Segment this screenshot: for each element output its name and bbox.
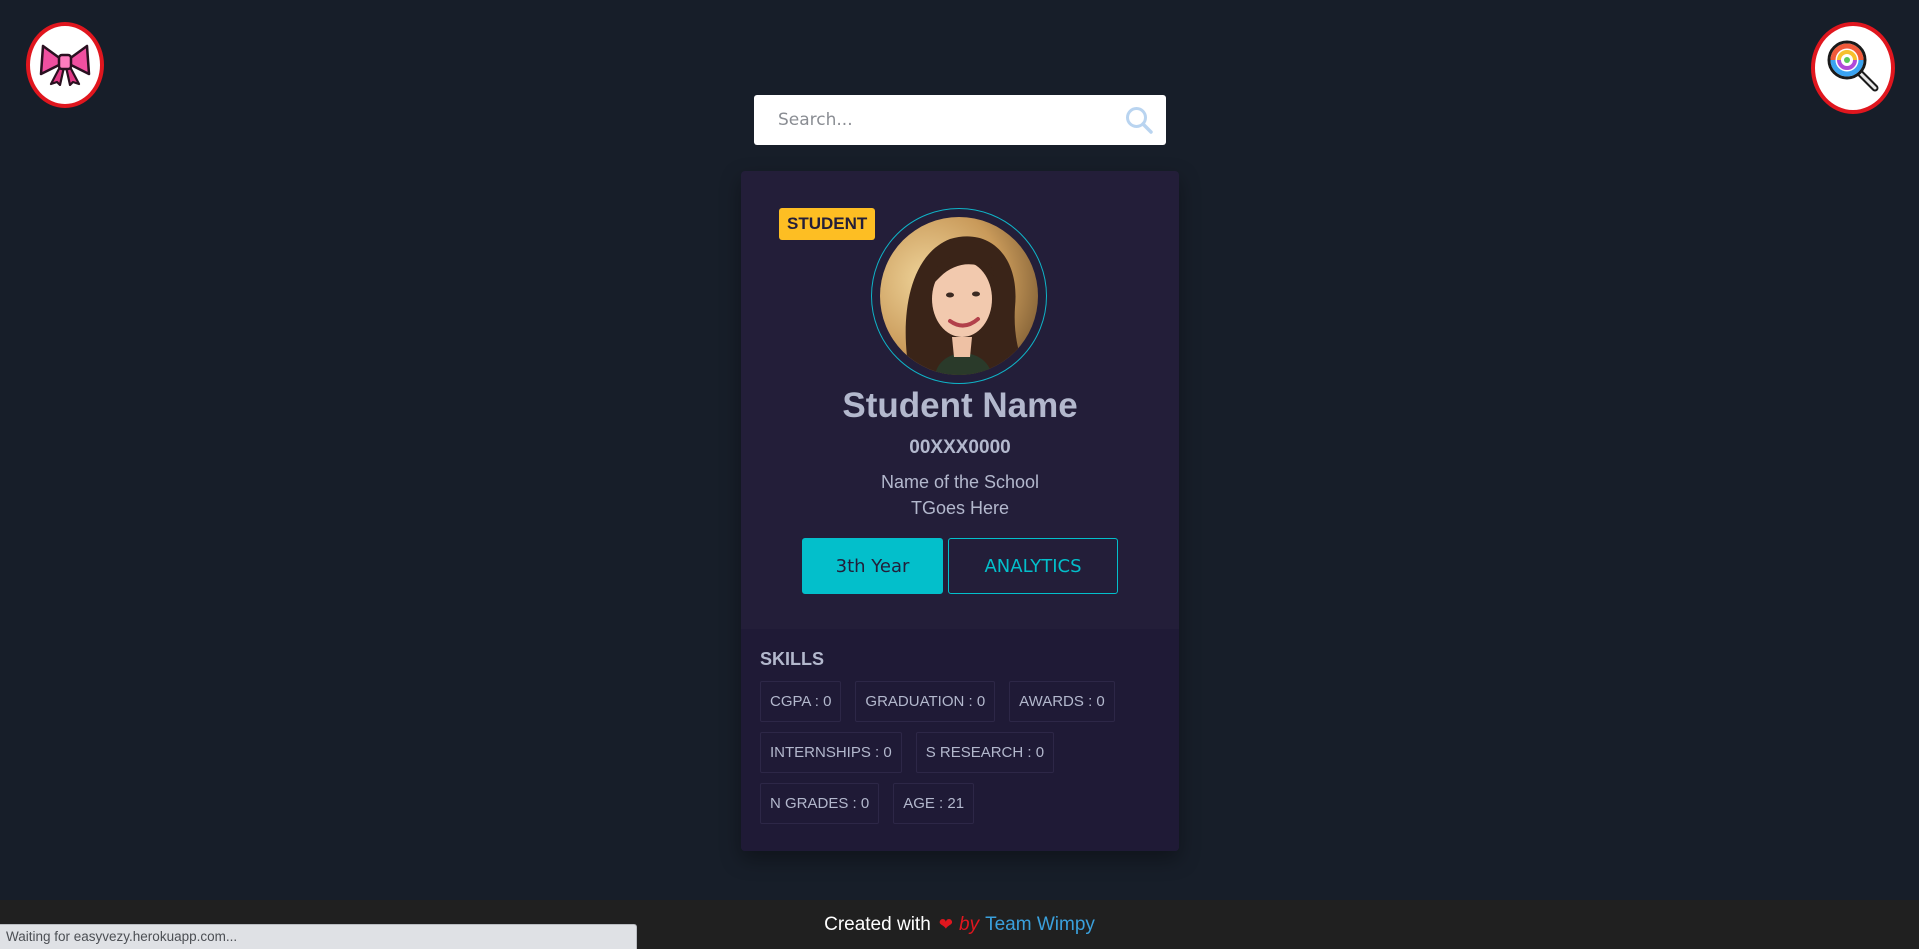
- browser-status-bar: Waiting for easyvezy.herokuapp.com...: [0, 924, 637, 949]
- search-input[interactable]: [754, 94, 1120, 146]
- ribbon-button[interactable]: [26, 22, 104, 108]
- skill-tag-awards: AWARDS : 0: [1009, 681, 1115, 722]
- skill-tag-graduation: GRADUATION : 0: [855, 681, 996, 722]
- footer-created-text: Created with: [824, 913, 931, 935]
- student-profile-card: STUDENT Student Name 00XXX0000 Name of t…: [741, 171, 1179, 851]
- year-button[interactable]: 3th Year: [802, 538, 943, 594]
- role-badge: STUDENT: [779, 208, 876, 240]
- avatar-ring: [871, 208, 1047, 384]
- skill-tag-cgpa: CGPA : 0: [760, 681, 842, 722]
- skill-tag-age: AGE : 21: [893, 783, 975, 824]
- team-link[interactable]: Team Wimpy: [985, 914, 1095, 936]
- school-location-line: TGoes Here: [910, 498, 1010, 518]
- student-id: 00XXX0000: [909, 437, 1011, 458]
- skill-tag-research: S RESEARCH : 0: [915, 732, 1055, 773]
- heart-icon: ❤: [938, 914, 954, 934]
- search-icon[interactable]: [1124, 105, 1154, 135]
- school-name-line: Name of the School: [880, 472, 1040, 492]
- student-name: Student Name: [842, 386, 1078, 425]
- search-bar: [754, 94, 1166, 146]
- skills-title: SKILLS: [760, 649, 825, 669]
- footer-by-text: by: [959, 913, 980, 935]
- school-info: Name of the School TGoes Here: [741, 469, 1179, 521]
- lollipop-magnifier-icon: [1825, 38, 1881, 98]
- skill-tag-internships: INTERNSHIPS : 0: [760, 732, 902, 773]
- avatar: [880, 217, 1038, 375]
- lollipop-button[interactable]: [1811, 22, 1895, 114]
- analytics-button[interactable]: ANALYTICS: [948, 538, 1118, 594]
- ribbon-bow-icon: [39, 40, 91, 90]
- skill-tag-grades: N GRADES : 0: [760, 783, 880, 824]
- skills-section: SKILLS CGPA : 0 GRADUATION : 0 AWARDS : …: [741, 629, 1179, 851]
- skills-list: CGPA : 0 GRADUATION : 0 AWARDS : 0 INTER…: [760, 681, 1160, 834]
